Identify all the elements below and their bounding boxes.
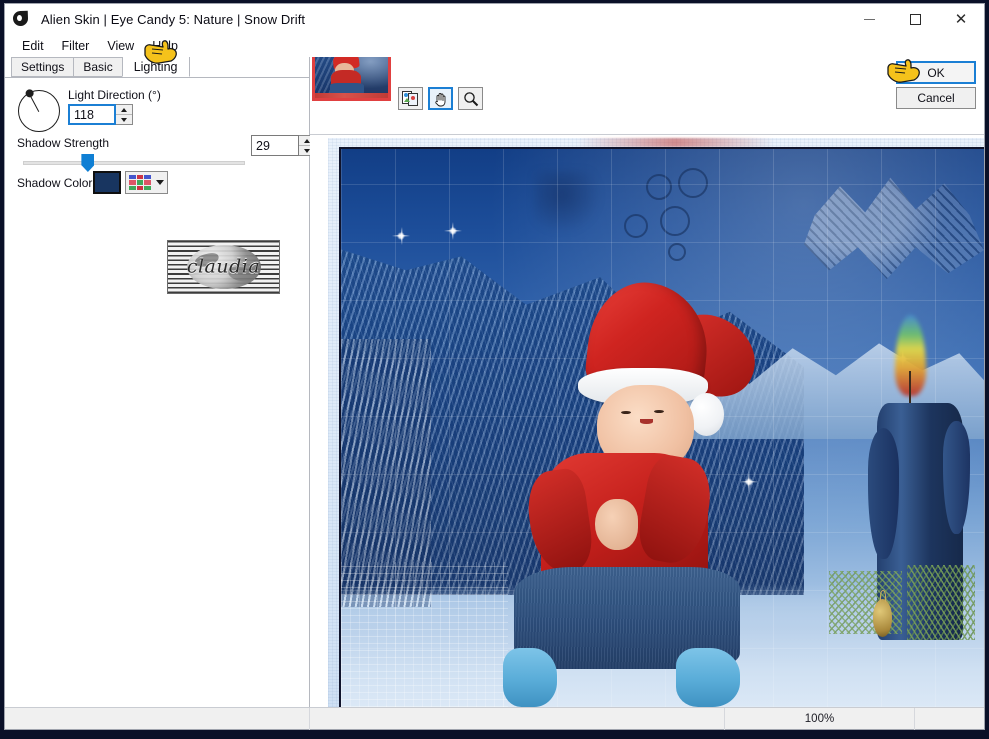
tab-strip: Settings Basic Lighting — [5, 56, 309, 78]
chevron-down-icon[interactable] — [156, 180, 164, 185]
app-drop-icon — [10, 8, 32, 30]
preview-canvas[interactable] — [310, 134, 984, 707]
main-body: Settings Basic Lighting Light Direction … — [5, 36, 984, 707]
compare-before-after-button[interactable] — [398, 87, 423, 110]
light-direction-control: Light Direction (°) — [18, 88, 161, 132]
slider-thumb[interactable] — [81, 154, 95, 172]
hand-pan-icon — [434, 92, 445, 106]
compare-before-after-icon — [402, 91, 418, 106]
blue-candle — [828, 315, 977, 641]
dialog-buttons: OK Cancel — [896, 61, 976, 109]
minimize-button[interactable] — [846, 4, 892, 35]
ok-button[interactable]: OK — [896, 61, 976, 84]
slider-track[interactable] — [23, 161, 245, 165]
light-direction-input[interactable] — [68, 104, 116, 125]
color-palette-icon — [129, 175, 151, 190]
tab-basic[interactable]: Basic — [73, 57, 123, 77]
light-direction-dial[interactable] — [18, 89, 60, 132]
screen-root: Alien Skin | Eye Candy 5: Nature | Snow … — [0, 0, 989, 739]
shadow-strength-label: Shadow Strength — [17, 136, 110, 150]
status-bar: 100% — [5, 707, 984, 730]
status-left — [5, 707, 310, 730]
light-direction-stepper[interactable] — [68, 104, 133, 125]
menu-view[interactable]: View — [98, 37, 143, 55]
status-zoom-level: 100% — [725, 707, 915, 730]
zoom-magnifier-icon — [463, 91, 478, 106]
menu-edit[interactable]: Edit — [13, 37, 53, 55]
gold-ornament — [872, 589, 893, 637]
baby-subject — [502, 276, 778, 707]
frost-border — [328, 138, 984, 707]
status-end — [915, 708, 984, 730]
close-button[interactable]: ✕ — [938, 4, 984, 35]
preview-toolbar: OK Cancel — [310, 36, 984, 134]
window-controls: ✕ — [846, 4, 984, 35]
light-direction-increment[interactable] — [116, 105, 132, 115]
settings-panel: Settings Basic Lighting Light Direction … — [5, 56, 316, 707]
left-sock — [502, 647, 557, 707]
maximize-button[interactable] — [892, 4, 938, 35]
watermark-text: claudia — [186, 255, 261, 278]
hand-pan-button[interactable] — [428, 87, 453, 110]
title-bar: Alien Skin | Eye Candy 5: Nature | Snow … — [5, 4, 984, 35]
preview-image[interactable] — [339, 147, 984, 707]
lighting-tab-panel: Light Direction (°) Shadow Strength — [5, 78, 316, 707]
light-direction-label: Light Direction (°) — [68, 88, 161, 102]
window-title: Alien Skin | Eye Candy 5: Nature | Snow … — [41, 11, 306, 27]
shadow-color-swatch[interactable] — [93, 171, 121, 194]
claudia-watermark: claudia — [167, 240, 280, 294]
shadow-strength-slider[interactable] — [23, 154, 245, 172]
tab-settings[interactable]: Settings — [11, 57, 75, 77]
light-direction-decrement[interactable] — [116, 115, 132, 124]
zoom-button[interactable] — [458, 87, 483, 110]
tab-lighting[interactable]: Lighting — [121, 56, 190, 77]
menu-bar: Edit Filter View Help — [5, 35, 984, 57]
shadow-strength-input[interactable] — [251, 135, 299, 156]
shadow-strength-stepper[interactable] — [251, 135, 316, 156]
dial-handle-icon[interactable] — [25, 89, 34, 98]
right-sock — [675, 647, 741, 707]
frost-texture-bottom-left — [341, 561, 509, 707]
application-window: Alien Skin | Eye Candy 5: Nature | Snow … — [4, 3, 985, 730]
cancel-button[interactable]: Cancel — [896, 87, 976, 109]
preview-tool-buttons — [398, 87, 483, 110]
pine-branch-right — [906, 565, 976, 641]
shadow-color-label: Shadow Color — [17, 176, 93, 190]
light-direction-spin-buttons[interactable] — [116, 104, 133, 125]
preview-side: OK Cancel — [310, 36, 984, 707]
hat-pompom — [689, 393, 725, 436]
menu-help[interactable]: Help — [143, 37, 187, 55]
status-middle — [310, 707, 725, 730]
shadow-color-palette-button[interactable] — [125, 171, 168, 194]
menu-filter[interactable]: Filter — [53, 37, 99, 55]
